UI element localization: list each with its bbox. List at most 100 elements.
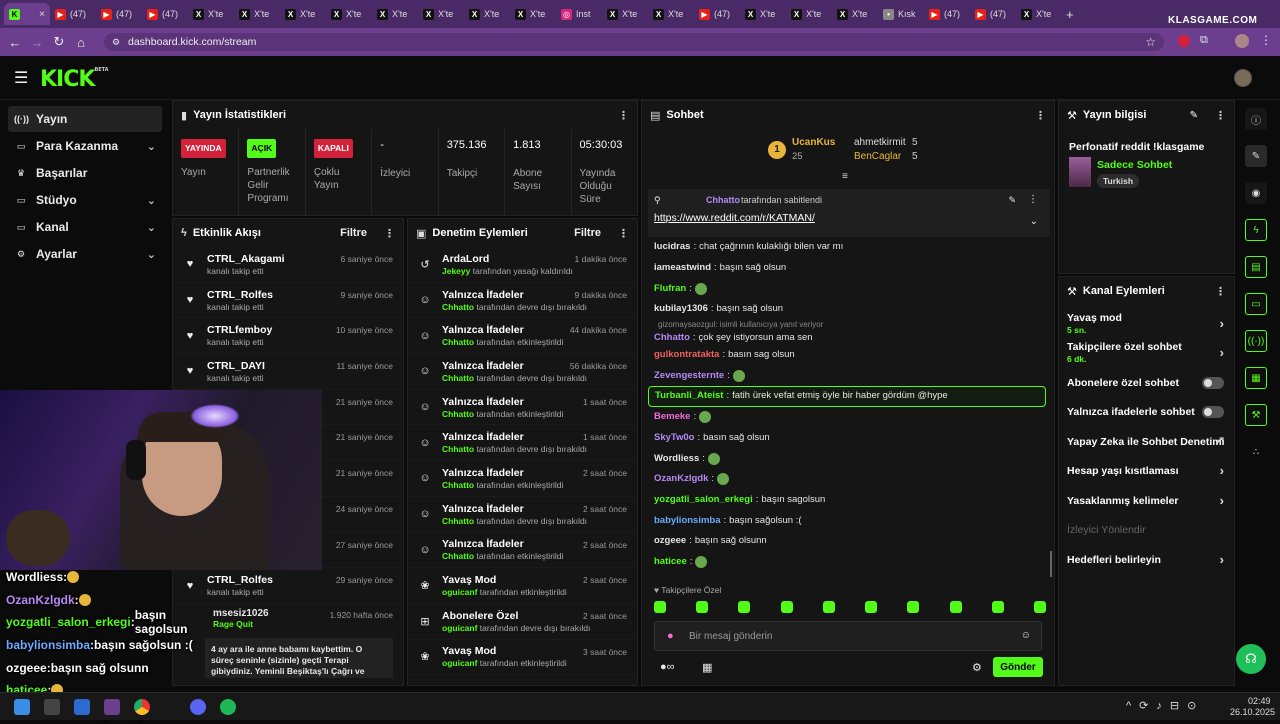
browser-tab[interactable]: ◎ Inst [556, 3, 602, 25]
chat-username[interactable]: Chhatto [654, 331, 690, 345]
chat-message[interactable]: haticee: [642, 552, 1052, 573]
chat-username[interactable]: SkyTw0o [654, 431, 694, 445]
emote-icon[interactable] [732, 369, 745, 382]
moderator-name[interactable]: Chhatto [442, 373, 474, 383]
moderation-row[interactable]: ☺ Yalnızca İfadeler Chhatto tarafından etk… [408, 390, 637, 426]
kebab-menu-icon[interactable]: ⋮ [384, 227, 395, 240]
points-icon[interactable]: ●∞ [660, 661, 675, 673]
moderator-name[interactable]: Chhatto [442, 444, 474, 454]
emote-icon[interactable] [699, 411, 712, 424]
chat-scrollbar[interactable] [1050, 551, 1052, 577]
toggle-switch[interactable] [1202, 376, 1224, 389]
bookmark-star-icon[interactable]: ☆ [1145, 35, 1156, 49]
browser-tab[interactable]: X X'te [510, 3, 556, 25]
channel-action-item[interactable]: Takipçilere özel sohbet 6 dk. › [1059, 339, 1234, 369]
chat-message[interactable]: Chhatto: çok şey istiyorsun ama sen [642, 331, 1052, 345]
chat-settings-icon[interactable]: ⚙ [972, 661, 982, 674]
browser-tab[interactable]: ▶ (47) [50, 3, 96, 25]
moderator-name[interactable]: Chhatto [442, 516, 474, 526]
sidebar-item-2[interactable]: ♛ Başarılar [8, 160, 162, 186]
channel-action-item[interactable]: Yalnızca ifadelerle sohbet [1059, 398, 1234, 428]
activity-row[interactable]: ♥ CTRLfemboy kanalı takip etti 10 saniye ön… [173, 318, 403, 355]
browser-tab[interactable]: X X'te [418, 3, 464, 25]
activity-row[interactable]: ♥ CTRL_DAYI kanalı takip etti 11 saniye önc… [173, 354, 403, 390]
emote-icon[interactable] [822, 601, 835, 613]
home-icon[interactable]: ⌂ [70, 35, 92, 50]
moderation-row[interactable]: ☺ Yalnızca İfadeler Chhatto tarafından dev… [408, 425, 637, 462]
emote-icon[interactable] [738, 601, 751, 613]
leaderboard-toggle-icon[interactable]: ≡ [842, 171, 848, 182]
chat-input[interactable]: ● Bir mesaj gönderin ☺ [654, 621, 1042, 651]
chat-username[interactable]: iameastwind [654, 261, 711, 275]
emote-icon[interactable] [907, 601, 920, 613]
chat-message[interactable]: Zevengesternte: [642, 365, 1052, 386]
toggle-switch[interactable] [1202, 406, 1224, 419]
close-icon[interactable]: × [39, 9, 45, 20]
moderation-row[interactable]: ☺ Yalnızca İfadeler Chhatto tarafından etk… [408, 533, 637, 569]
chrome-icon[interactable] [134, 699, 150, 715]
language-tag[interactable]: Turkish [1097, 174, 1140, 188]
browser-tab[interactable]: ▶ (47) [96, 3, 142, 25]
emote-icon[interactable] [865, 601, 878, 613]
extensions-puzzle-icon[interactable]: ⧉ [1200, 34, 1208, 47]
edit-icon[interactable]: ✎ [1245, 145, 1267, 167]
chat-username[interactable]: OzanKzlgdk [654, 472, 708, 486]
send-button[interactable]: Gönder [993, 657, 1043, 677]
moderator-name[interactable]: oguicanf [442, 658, 477, 668]
chevron-down-icon[interactable]: ⌄ [147, 140, 156, 153]
chevron-right-icon[interactable]: › [1220, 464, 1224, 477]
emote-icon[interactable] [1033, 601, 1046, 613]
hamburger-menu-icon[interactable]: ☰ [14, 68, 28, 88]
channel-action-item[interactable]: Yapay Zeka ile Sohbet Denetimi ↗ [1059, 427, 1234, 457]
browser-tab[interactable]: X X'te [464, 3, 510, 25]
wrench-icon[interactable]: ⚒ [1245, 404, 1267, 426]
profile-avatar[interactable] [1235, 34, 1249, 48]
discord-icon[interactable] [190, 699, 206, 715]
kebab-menu-icon[interactable]: ⋮ [1035, 109, 1046, 122]
chat-username[interactable]: haticee [654, 555, 687, 569]
moderator-name[interactable]: Chhatto [442, 337, 474, 347]
browser-tab[interactable]: X X'te [648, 3, 694, 25]
leader-name[interactable]: UcanKus [792, 137, 835, 148]
browser-tab[interactable]: ▶ (47) [924, 3, 970, 25]
moderation-row[interactable]: ❀ Yavaş Mod oguicanf tarafından etkinleşti… [408, 640, 637, 676]
moderation-row[interactable]: ☺ Yalnızca İfadeler Chhatto tarafından etk… [408, 461, 637, 497]
sidebar-item-1[interactable]: ▭ Para Kazanma ⌄ [8, 133, 162, 159]
chat-username[interactable]: Bemeke [654, 410, 690, 424]
chat-message[interactable]: Flufran: [642, 278, 1052, 299]
kebab-menu-icon[interactable]: ⋮ [1028, 194, 1038, 205]
chevron-down-icon[interactable]: ⌄ [147, 194, 156, 207]
moderation-row[interactable]: ☺ Yalnızca İfadeler Chhatto tarafından dev… [408, 497, 637, 533]
moderation-row[interactable]: ❀ Yavaş Mod oguicanf tarafından etkinleşti… [408, 568, 637, 604]
leader-name[interactable]: BenCaglar [854, 151, 901, 162]
chevron-down-icon[interactable]: ⌄ [1030, 216, 1038, 227]
emote-icon[interactable] [696, 601, 709, 613]
browser-tab[interactable]: X X'te [234, 3, 280, 25]
browser-tab[interactable]: X X'te [188, 3, 234, 25]
chat-message[interactable]: Wordliess: [642, 448, 1052, 469]
chat-message[interactable]: OzanKzlgdk: [642, 469, 1052, 490]
chevron-right-icon[interactable]: › [1220, 317, 1224, 330]
site-info-icon[interactable]: ⚙ [112, 37, 120, 48]
chat-message[interactable]: iameastwind: başın sağ olsun [642, 258, 1052, 279]
activity-row[interactable]: ♥ CTRL_Rolfes kanalı takip etti 9 saniye ön… [173, 283, 403, 319]
layout-icon[interactable]: ▦ [1245, 367, 1267, 389]
lightning-icon[interactable]: ϟ [1245, 219, 1267, 241]
chat-username[interactable]: lucidras [654, 240, 690, 254]
browser-tab[interactable]: K × [4, 3, 50, 25]
chat-username[interactable]: babylionsimba [654, 514, 721, 528]
emote-icon[interactable] [654, 601, 666, 613]
browser-tab[interactable]: ▶ (47) [970, 3, 1016, 25]
moderator-name[interactable]: Chhatto [442, 551, 474, 561]
sidebar-item-5[interactable]: ⚙ Ayarlar ⌄ [8, 241, 162, 267]
activity-row[interactable]: ♥ CTRL_Akagami kanalı takip etti 6 saniye ö… [173, 247, 403, 283]
forward-icon[interactable]: → [26, 35, 48, 50]
emote-icon[interactable] [695, 555, 708, 568]
moderation-row[interactable]: ☺ Yalnızca İfadeler Chhatto tarafından dev… [408, 354, 637, 390]
reload-icon[interactable]: ↻ [48, 34, 70, 50]
channel-action-item[interactable]: Abonelere özel sohbet [1059, 368, 1234, 398]
chevron-down-icon[interactable]: ⌄ [147, 221, 156, 234]
sidebar-item-3[interactable]: ▭ Stüdyo ⌄ [8, 187, 162, 213]
moderator-name[interactable]: Jekeyy [442, 266, 470, 276]
emote-icon[interactable] [707, 452, 720, 465]
